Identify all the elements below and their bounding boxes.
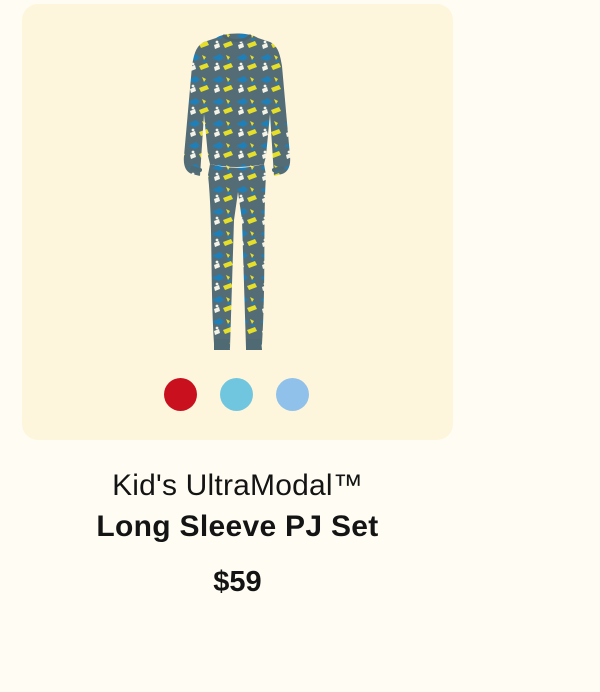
pajama-set-icon[interactable]	[162, 30, 312, 360]
product-card[interactable]: Kid's UltraModal™ Long Sleeve PJ Set $59	[0, 0, 600, 692]
color-swatch-sky-blue[interactable]	[276, 378, 309, 411]
product-name[interactable]: Long Sleeve PJ Set	[22, 512, 453, 542]
product-info: Kid's UltraModal™ Long Sleeve PJ Set $59	[22, 460, 453, 600]
color-swatch-red[interactable]	[164, 378, 197, 411]
color-swatches	[22, 378, 453, 414]
product-image-panel[interactable]	[22, 4, 453, 440]
product-collection[interactable]: Kid's UltraModal™	[22, 460, 453, 512]
product-price: $59	[213, 566, 262, 598]
color-swatch-light-blue[interactable]	[220, 378, 253, 411]
